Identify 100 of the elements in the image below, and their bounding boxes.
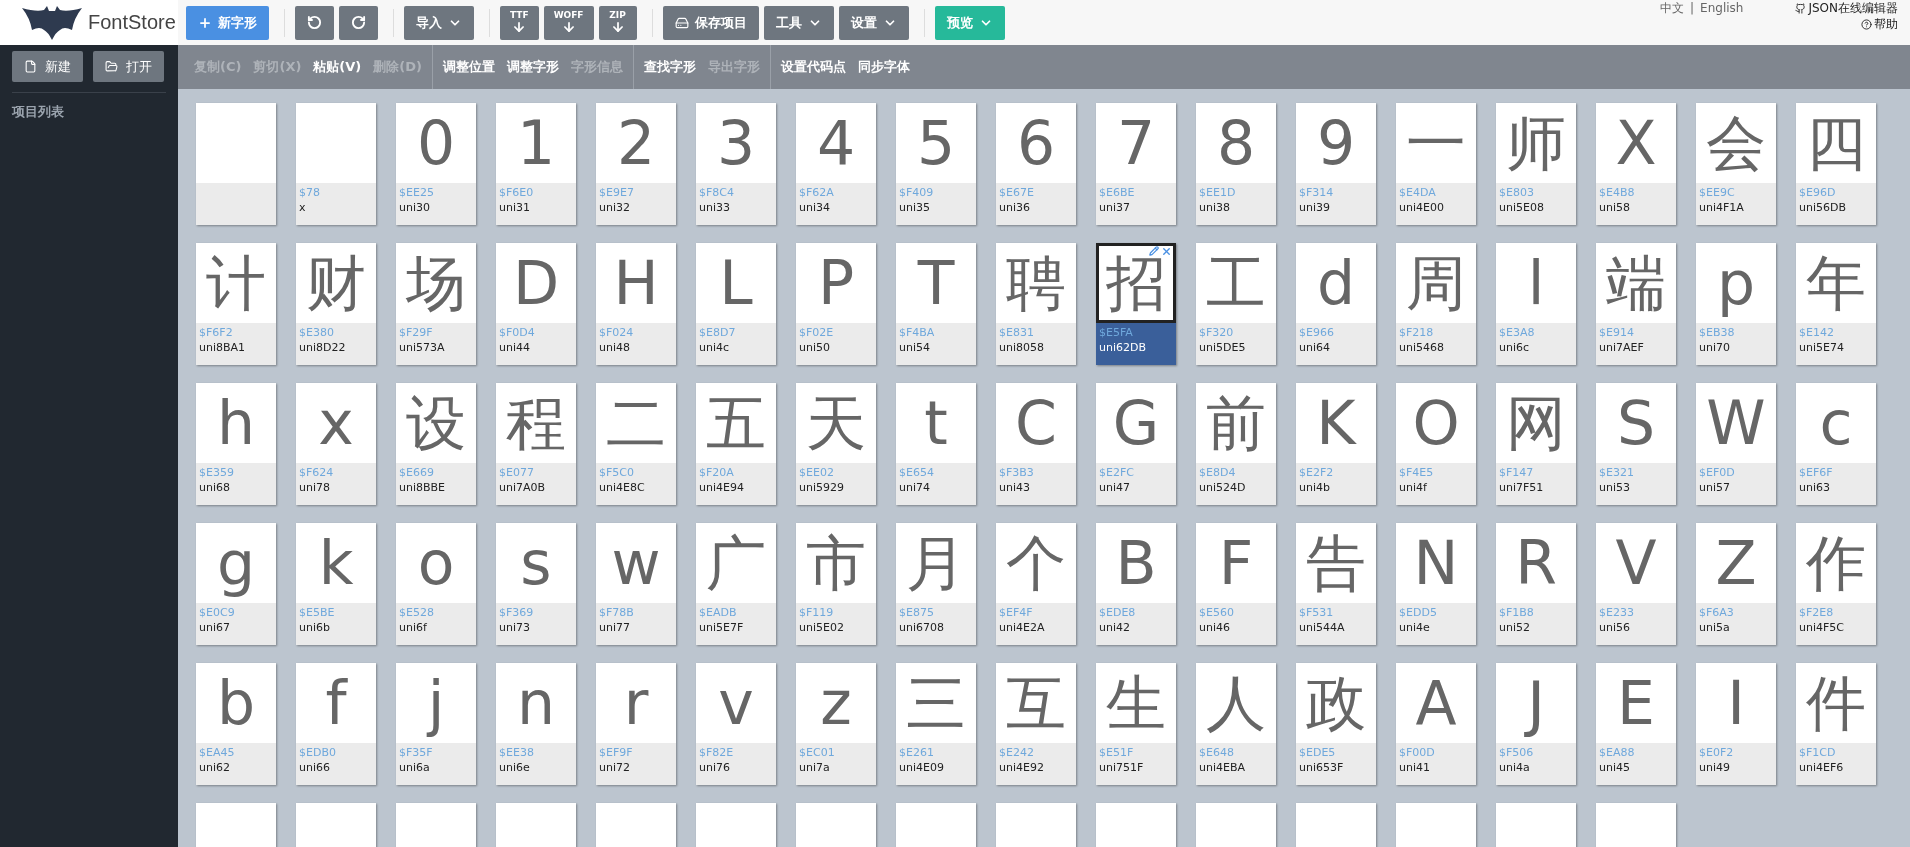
- language-link[interactable]: English: [1700, 1, 1744, 15]
- glyph-card[interactable]: x $F624 uni78: [296, 383, 376, 505]
- dropdown-button[interactable]: 工具: [763, 5, 834, 40]
- glyph-card[interactable]: 9 $F314 uni39: [1296, 103, 1376, 225]
- glyph-card[interactable]: 程 $E077 uni7A0B: [496, 383, 576, 505]
- glyph-card[interactable]: 3 $F8C4 uni33: [696, 103, 776, 225]
- glyph-card[interactable]: 作 $F2E8 uni4F5C: [1796, 523, 1876, 645]
- glyph-card[interactable]: v $F82E uni76: [696, 663, 776, 785]
- open-project-button[interactable]: 打开: [93, 51, 164, 82]
- command-button[interactable]: 同步字体: [852, 58, 916, 76]
- help-link[interactable]: 帮助: [1861, 15, 1898, 33]
- glyph-card[interactable]: 二 $F5C0 uni4E8C: [596, 383, 676, 505]
- glyph-card[interactable]: 五 $F20A uni4E94: [696, 383, 776, 505]
- glyph-card[interactable]: 师 $E803 uni5E08: [1496, 103, 1576, 225]
- glyph-card[interactable]: H $F024 uni48: [596, 243, 676, 365]
- export-button[interactable]: TTF: [500, 5, 539, 40]
- glyph-card[interactable]: n $EE38 uni6e: [496, 663, 576, 785]
- redo-button[interactable]: [339, 5, 378, 40]
- undo-button[interactable]: [295, 5, 334, 40]
- command-button[interactable]: 查找字形: [638, 58, 702, 76]
- glyph-card[interactable]: 会 $EE9C uni4F1A: [1696, 103, 1776, 225]
- glyph-card[interactable]: k $E5BE uni6b: [296, 523, 376, 645]
- glyph-card[interactable]: 互 $E242 uni4E92: [996, 663, 1076, 785]
- glyph-card[interactable]: [196, 103, 276, 225]
- glyph-card[interactable]: I $E0F2 uni49: [1696, 663, 1776, 785]
- glyph-card[interactable]: 政 $EDE5 uni653F: [1296, 663, 1376, 785]
- glyph-card[interactable]: 5 $F409 uni35: [896, 103, 976, 225]
- edit-icon[interactable]: [1149, 246, 1159, 256]
- close-icon[interactable]: [1161, 246, 1172, 257]
- glyph-card[interactable]: 生 $E51F uni751F: [1096, 663, 1176, 785]
- glyph-card[interactable]: 市 $F119 uni5E02: [796, 523, 876, 645]
- editor-link[interactable]: JSON在线编辑器: [1795, 0, 1898, 17]
- glyph-card[interactable]: P $F02E uni50: [796, 243, 876, 365]
- glyph-card[interactable]: r $EF9F uni72: [596, 663, 676, 785]
- glyph-card[interactable]: O $F4E5 uni4f: [1396, 383, 1476, 505]
- glyph-card[interactable]: K $E2F2 uni4b: [1296, 383, 1376, 505]
- glyph-card[interactable]: R $F1B8 uni52: [1496, 523, 1576, 645]
- glyph-card[interactable]: E $EA88 uni45: [1596, 663, 1676, 785]
- glyph-card[interactable]: h $E359 uni68: [196, 383, 276, 505]
- new-project-button[interactable]: 新建: [12, 51, 83, 82]
- glyph-card[interactable]: $78 x: [296, 103, 376, 225]
- glyph-card[interactable]: 周 $F218 uni5468: [1396, 243, 1476, 365]
- glyph-card[interactable]: 计 $F6F2 uni8BA1: [196, 243, 276, 365]
- save-button[interactable]: 保存项目: [662, 5, 759, 40]
- glyph-card[interactable]: 告 $F531 uni544A: [1296, 523, 1376, 645]
- glyph-card[interactable]: 场 $F29F uni573A: [396, 243, 476, 365]
- glyph-card[interactable]: 7 $E6BE uni37: [1096, 103, 1176, 225]
- glyph-card[interactable]: 一 $E4DA uni4E00: [1396, 103, 1476, 225]
- glyph-card[interactable]: j $F35F uni6a: [396, 663, 476, 785]
- glyph-card[interactable]: 8 $EE1D uni38: [1196, 103, 1276, 225]
- glyph-card[interactable]: V $E233 uni56: [1596, 523, 1676, 645]
- glyph-card[interactable]: 2 $E9E7 uni32: [596, 103, 676, 225]
- glyph-card[interactable]: X $E4B8 uni58: [1596, 103, 1676, 225]
- glyph-card[interactable]: 财 $E380 uni8D22: [296, 243, 376, 365]
- glyph-card[interactable]: 工 $F320 uni5DE5: [1196, 243, 1276, 365]
- glyph-card[interactable]: F $E560 uni46: [1196, 523, 1276, 645]
- glyph-card[interactable]: o $E528 uni6f: [396, 523, 476, 645]
- glyph-card[interactable]: 4 $F62A uni34: [796, 103, 876, 225]
- glyph-card[interactable]: 天 $EE02 uni5929: [796, 383, 876, 505]
- glyph-card[interactable]: w $F78B uni77: [596, 523, 676, 645]
- glyph-card[interactable]: 人 $E648 uni4EBA: [1196, 663, 1276, 785]
- glyph-card[interactable]: g $E0C9 uni67: [196, 523, 276, 645]
- glyph-card[interactable]: 网 $F147 uni7F51: [1496, 383, 1576, 505]
- glyph-card[interactable]: A $F00D uni41: [1396, 663, 1476, 785]
- glyph-card[interactable]: 件 $F1CD uni4EF6: [1796, 663, 1876, 785]
- glyph-card[interactable]: 6 $E67E uni36: [996, 103, 1076, 225]
- glyph-card[interactable]: t $E654 uni74: [896, 383, 976, 505]
- glyph-card[interactable]: L $E8D7 uni4c: [696, 243, 776, 365]
- glyph-card[interactable]: d $E966 uni64: [1296, 243, 1376, 365]
- command-button[interactable]: 调整位置: [437, 58, 501, 76]
- glyph-card[interactable]: l $E3A8 uni6c: [1496, 243, 1576, 365]
- glyph-card[interactable]: B $EDE8 uni42: [1096, 523, 1176, 645]
- export-button[interactable]: WOFF: [543, 5, 594, 40]
- glyph-card[interactable]: 年 $E142 uni5E74: [1796, 243, 1876, 365]
- glyph-card[interactable]: S $E321 uni53: [1596, 383, 1676, 505]
- dropdown-button[interactable]: 导入: [404, 5, 474, 40]
- glyph-card[interactable]: 广 $EADB uni5E7F: [696, 523, 776, 645]
- glyph-card[interactable]: 聘 $E831 uni8058: [996, 243, 1076, 365]
- glyph-card[interactable]: 四 $E96D uni56DB: [1796, 103, 1876, 225]
- glyph-card[interactable]: 三 $E261 uni4E09: [896, 663, 976, 785]
- glyph-card[interactable]: 端 $E914 uni7AEF: [1596, 243, 1676, 365]
- glyph-card[interactable]: T $F4BA uni54: [896, 243, 976, 365]
- glyph-card[interactable]: W $EF0D uni57: [1696, 383, 1776, 505]
- glyph-card[interactable]: 0 $EE25 uni30: [396, 103, 476, 225]
- glyph-card[interactable]: s $F369 uni73: [496, 523, 576, 645]
- glyph-card[interactable]: p $EB38 uni70: [1696, 243, 1776, 365]
- glyph-card[interactable]: D $F0D4 uni44: [496, 243, 576, 365]
- command-button[interactable]: 设置代码点: [775, 58, 852, 76]
- glyph-card[interactable]: Z $F6A3 uni5a: [1696, 523, 1776, 645]
- glyph-card[interactable]: 招 $E5FA uni62DB: [1096, 243, 1176, 365]
- glyph-card[interactable]: J $F506 uni4a: [1496, 663, 1576, 785]
- glyph-card[interactable]: 设 $E669 uni8BBE: [396, 383, 476, 505]
- glyph-card[interactable]: 前 $E8D4 uni524D: [1196, 383, 1276, 505]
- dropdown-button[interactable]: 设置: [838, 5, 909, 40]
- glyph-card[interactable]: z $EC01 uni7a: [796, 663, 876, 785]
- command-button[interactable]: 粘贴(V): [307, 58, 368, 76]
- glyph-card[interactable]: C $F3B3 uni43: [996, 383, 1076, 505]
- glyph-card[interactable]: b $EA45 uni62: [196, 663, 276, 785]
- glyph-card[interactable]: 个 $EF4F uni4E2A: [996, 523, 1076, 645]
- glyph-card[interactable]: 月 $E875 uni6708: [896, 523, 976, 645]
